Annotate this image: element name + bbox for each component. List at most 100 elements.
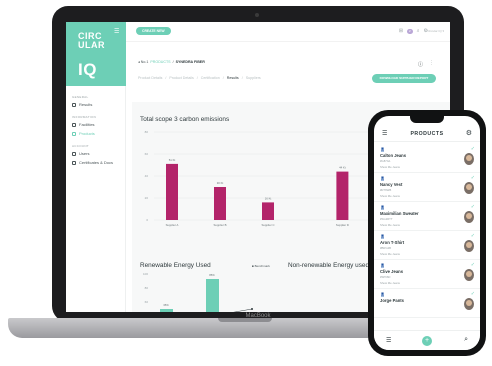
- bar: [214, 187, 226, 220]
- bar: [166, 163, 178, 220]
- stage: CIRC ULAR IQ ☰ GENERAL Results INFORMATI…: [0, 0, 492, 366]
- product-type-icon: 👖: [380, 205, 385, 210]
- list-item[interactable]: 👖 Clive Jeans #SP66D Show Me Jeans ✓: [374, 260, 480, 289]
- y-tick-label: 0: [146, 218, 148, 222]
- tab-product-details[interactable]: Product Details: [138, 76, 162, 80]
- data-label: 16 Kt: [265, 196, 272, 200]
- product-more-link[interactable]: Show Me Jeans: [380, 252, 474, 256]
- menu-icon[interactable]: ☰: [114, 28, 119, 35]
- sidebar-item-results[interactable]: Results: [72, 102, 92, 107]
- search-icon[interactable]: ⌕: [464, 336, 468, 344]
- sidebar-item-certificates[interactable]: Certificates & Docs: [72, 160, 113, 165]
- product-name: Nancy Vest: [380, 182, 403, 187]
- data-label: 35%: [163, 303, 169, 307]
- logo[interactable]: CIRC ULAR IQ ☰: [66, 22, 126, 86]
- tabs: Product Details / Product Details / Cert…: [138, 76, 261, 80]
- list-item[interactable]: 👖 Nancy Vest #R76WB Show Me Jeans ✓: [374, 173, 480, 202]
- sidebar-item-label: Results: [79, 102, 93, 107]
- page-title: SYNEDRA FIBER: [175, 60, 205, 64]
- gear-icon[interactable]: ⚙: [466, 129, 472, 137]
- back-link[interactable]: ◂ No.1: [138, 60, 148, 64]
- tab-separator: /: [241, 76, 243, 80]
- user-icon: [72, 151, 76, 156]
- doc-icon: [72, 160, 76, 165]
- y-tick-label: 20: [145, 196, 149, 200]
- topbar: CREATE NEW ⊞ 2 ⌕ ⚙ Circular IQ ▾: [126, 22, 450, 42]
- user-menu[interactable]: Circular IQ ▾: [427, 29, 444, 33]
- tab-certification[interactable]: Certification: [201, 76, 220, 80]
- tab-suppliers[interactable]: Suppliers: [246, 76, 261, 80]
- chart-icon: [72, 102, 76, 107]
- bar: [160, 309, 173, 312]
- add-icon[interactable]: +: [422, 336, 432, 346]
- product-type-icon: 👖: [380, 234, 385, 239]
- bar: [336, 171, 349, 220]
- product-more-link[interactable]: Show Me Jeans: [380, 223, 474, 227]
- sidebar-item-label: Users: [79, 151, 90, 156]
- sidebar-item-products[interactable]: Products: [72, 131, 95, 136]
- sidebar-item-users[interactable]: Users: [72, 151, 89, 156]
- product-name: Aron T-Shirt: [380, 240, 405, 245]
- camera-icon: [255, 13, 259, 17]
- sidebar-section-general: GENERAL: [72, 95, 89, 99]
- check-icon: ✓: [470, 233, 475, 239]
- phone-notch: [410, 116, 444, 123]
- y-tick-label: 60: [145, 300, 149, 304]
- search-icon[interactable]: ⌕: [417, 28, 420, 34]
- tab-results[interactable]: Results: [227, 76, 239, 80]
- list-icon[interactable]: ☰: [386, 337, 391, 344]
- breadcrumb: ◂ No.1 PRODUCTS / SYNEDRA FIBER: [138, 60, 205, 64]
- x-tick-label: Supplier A: [166, 223, 179, 227]
- download-supplier-report-button[interactable]: DOWNLOAD SUPPLIER REPORT: [372, 74, 436, 83]
- phone-screen: ☰ PRODUCTS ⚙ 👖 Calton Jeans #G87G1 Show Me …: [374, 116, 480, 350]
- list-item[interactable]: 👖 Maximilian Sweater #SG2RTT Show Me Jeans ✓: [374, 202, 480, 231]
- product-more-link[interactable]: Show Me Jeans: [380, 165, 474, 169]
- phone: ☰ PRODUCTS ⚙ 👖 Calton Jeans #G87G1 Show Me …: [368, 110, 486, 356]
- y-tick-label: 80: [145, 286, 149, 290]
- notification-badge[interactable]: 2: [407, 28, 413, 34]
- create-new-button[interactable]: CREATE NEW: [136, 27, 171, 35]
- phone-title: PRODUCTS: [410, 131, 444, 137]
- avatar: [464, 240, 474, 252]
- product-type-icon: 👖: [380, 176, 385, 181]
- sidebar-item-label: Products: [79, 131, 95, 136]
- product-more-link[interactable]: Show Me Jeans: [380, 281, 474, 285]
- check-icon: ✓: [470, 175, 475, 181]
- legend-marker: ■: [252, 264, 254, 268]
- product-name: Clive Jeans: [380, 269, 404, 274]
- list-item[interactable]: 👖 Calton Jeans #G87G1 Show Me Jeans ✓: [374, 144, 480, 173]
- check-icon: ✓: [470, 204, 475, 210]
- product-code: #G87G1: [380, 159, 391, 163]
- check-icon: ✓: [470, 291, 475, 297]
- benchmark-point: [251, 308, 253, 310]
- more-icon[interactable]: ⋮: [429, 60, 434, 66]
- list-item[interactable]: 👖 Aron T-Shirt #BRG2B Show Me Jeans ✓: [374, 231, 480, 260]
- x-tick-label: Supplier D: [336, 223, 349, 227]
- avatar: [464, 182, 474, 194]
- data-label: 44 Kt: [339, 166, 346, 170]
- x-tick-label: Supplier C: [261, 223, 274, 227]
- y-tick-label: 40: [145, 174, 149, 178]
- sidebar-section-account: ACCOUNT: [72, 144, 89, 148]
- list-item[interactable]: 👖 Jorge Pants ✓: [374, 289, 480, 318]
- sidebar-item-facilities[interactable]: Facilities: [72, 122, 95, 127]
- grid-icon[interactable]: ⊞: [399, 28, 403, 34]
- info-icon[interactable]: ⓘ: [418, 61, 423, 68]
- legend-benchmark: ■ Benchmark: [252, 264, 270, 268]
- phone-header: ☰ PRODUCTS ⚙: [374, 126, 480, 142]
- product-list: 👖 Calton Jeans #G87G1 Show Me Jeans ✓ 👖 Nancy …: [374, 144, 480, 318]
- breadcrumb-separator: /: [172, 60, 174, 64]
- tab-product-details-2[interactable]: Product Details: [169, 76, 193, 80]
- x-tick-label: Supplier B: [214, 223, 227, 227]
- avatar: [464, 298, 474, 310]
- product-type-icon: 👖: [380, 263, 385, 268]
- pin-icon: [72, 122, 76, 127]
- product-more-link[interactable]: Show Me Jeans: [380, 194, 474, 198]
- bar: [206, 279, 219, 312]
- nonrenewable-chart-title: Non-renewable Energy used: [288, 262, 369, 269]
- product-code: #SP66D: [380, 275, 391, 279]
- y-tick-label: 100: [143, 272, 148, 276]
- logo-text: CIRC ULAR: [78, 32, 105, 50]
- breadcrumb-link[interactable]: PRODUCTS: [150, 60, 170, 64]
- topbar-icons: ⊞ 2 ⌕ ⚙: [399, 28, 428, 34]
